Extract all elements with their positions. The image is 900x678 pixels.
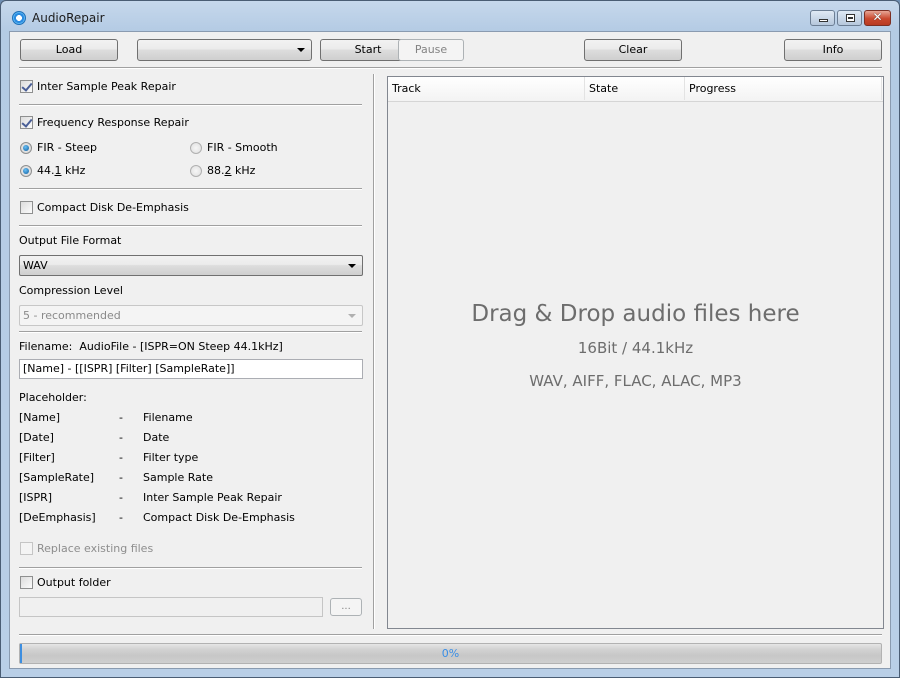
- pause-button[interactable]: Pause: [398, 39, 464, 61]
- title-bar[interactable]: AudioRepair ✕: [1, 1, 899, 35]
- placeholder-separator: -: [119, 411, 123, 424]
- minimize-icon: [819, 19, 828, 22]
- filename-preview: Filename: AudioFile - [ISPR=ON Steep 44.…: [19, 340, 283, 353]
- drop-zone-format: 16Bit / 44.1kHz: [577, 339, 694, 357]
- browse-folder-button[interactable]: ...: [330, 598, 362, 616]
- divider: [19, 331, 362, 333]
- placeholder-description: Date: [143, 431, 170, 444]
- placeholder-title: Placeholder:: [19, 391, 87, 404]
- placeholder-key: [DeEmphasis]: [19, 511, 96, 524]
- output-format-dropdown[interactable]: WAV: [19, 255, 363, 276]
- divider: [19, 104, 362, 106]
- output-format-value: WAV: [23, 259, 48, 272]
- fir-smooth-radio[interactable]: FIR - Smooth: [190, 141, 278, 154]
- placeholder-description: Sample Rate: [143, 471, 213, 484]
- isp-repair-label: Inter Sample Peak Repair: [37, 80, 176, 93]
- progress-label: 0%: [441, 647, 460, 660]
- output-folder-label: Output folder: [37, 576, 111, 589]
- samplerate-88-label: 88.2 kHz: [207, 164, 256, 177]
- app-window: AudioRepair ✕ Load Start Pause Clear Inf…: [0, 0, 900, 678]
- main-panel: Load Start Pause Clear Info Inter Sample…: [9, 31, 891, 669]
- divider: [19, 188, 362, 190]
- placeholder-description: Filter type: [143, 451, 199, 464]
- deemphasis-checkbox[interactable]: Compact Disk De-Emphasis: [20, 201, 189, 214]
- fir-steep-label: FIR - Steep: [37, 141, 97, 154]
- fir-smooth-label: FIR - Smooth: [207, 141, 278, 154]
- radio-selected-icon: [20, 164, 32, 177]
- placeholder-description: Inter Sample Peak Repair: [143, 491, 282, 504]
- chevron-down-icon: [348, 264, 356, 268]
- freq-repair-label: Frequency Response Repair: [37, 116, 189, 129]
- placeholder-key: [SampleRate]: [19, 471, 95, 484]
- track-list[interactable]: Track State Progress Drag & Drop audio f…: [387, 76, 884, 629]
- placeholder-key: [Name]: [19, 411, 61, 424]
- panel-splitter[interactable]: [373, 74, 375, 629]
- app-icon: [12, 11, 26, 25]
- column-header-track[interactable]: Track: [388, 77, 585, 100]
- output-folder-checkbox[interactable]: Output folder: [20, 576, 111, 589]
- info-button[interactable]: Info: [784, 39, 882, 61]
- toolbar-divider: [19, 67, 882, 69]
- output-format-label: Output File Format: [19, 234, 122, 247]
- replace-existing-label: Replace existing files: [37, 542, 154, 555]
- maximize-button[interactable]: [837, 10, 862, 26]
- placeholder-separator: -: [119, 471, 123, 484]
- filename-label: Filename:: [19, 340, 73, 353]
- progress-divider: [19, 634, 882, 636]
- window-title: AudioRepair: [32, 11, 105, 25]
- checkbox-unchecked-icon: [20, 201, 33, 214]
- placeholder-description: Compact Disk De-Emphasis: [143, 511, 295, 524]
- filename-pattern-input[interactable]: [Name] - [[ISPR] [Filter] [SampleRate]]: [19, 359, 363, 379]
- placeholder-separator: -: [119, 511, 123, 524]
- isp-repair-checkbox[interactable]: Inter Sample Peak Repair: [20, 80, 176, 93]
- samplerate-88-radio[interactable]: 88.2 kHz: [190, 164, 255, 177]
- checkbox-checked-icon: [20, 80, 33, 93]
- preset-dropdown[interactable]: [137, 39, 312, 61]
- minimize-button[interactable]: [810, 10, 835, 26]
- track-list-header: Track State Progress: [388, 77, 883, 102]
- placeholder-separator: -: [119, 451, 123, 464]
- load-button[interactable]: Load: [20, 39, 118, 61]
- radio-unselected-icon: [190, 164, 202, 177]
- clear-button[interactable]: Clear: [584, 39, 682, 61]
- freq-repair-checkbox[interactable]: Frequency Response Repair: [20, 116, 189, 129]
- column-header-progress[interactable]: Progress: [685, 77, 882, 100]
- radio-selected-icon: [20, 141, 32, 154]
- placeholder-separator: -: [119, 431, 123, 444]
- deemphasis-label: Compact Disk De-Emphasis: [37, 201, 189, 214]
- chevron-down-icon: [348, 314, 356, 318]
- checkbox-unchecked-icon: [20, 576, 33, 589]
- overall-progress-bar: 0%: [19, 643, 882, 664]
- radio-unselected-icon: [190, 141, 202, 154]
- fir-steep-radio[interactable]: FIR - Steep: [20, 141, 97, 154]
- placeholder-key: [Date]: [19, 431, 54, 444]
- chevron-down-icon: [297, 48, 305, 52]
- maximize-icon: [846, 14, 855, 22]
- column-header-state[interactable]: State: [585, 77, 685, 100]
- replace-existing-checkbox[interactable]: Replace existing files: [20, 542, 153, 555]
- divider: [19, 225, 362, 227]
- placeholder-key: [Filter]: [19, 451, 55, 464]
- drop-zone-title: Drag & Drop audio files here: [471, 301, 800, 327]
- close-button[interactable]: ✕: [864, 10, 891, 26]
- samplerate-44-label: 44.1 kHz: [37, 164, 86, 177]
- compression-label: Compression Level: [19, 284, 123, 297]
- placeholder-key: [ISPR]: [19, 491, 53, 504]
- drop-zone-types: WAV, AIFF, FLAC, ALAC, MP3: [529, 372, 742, 390]
- checkbox-checked-icon: [20, 116, 33, 129]
- compression-value: 5 - recommended: [23, 309, 121, 322]
- close-icon: ✕: [872, 10, 883, 24]
- filename-preview-value: AudioFile - [ISPR=ON Steep 44.1kHz]: [79, 340, 283, 353]
- divider: [19, 567, 362, 569]
- compression-dropdown[interactable]: 5 - recommended: [19, 305, 363, 326]
- samplerate-44-radio[interactable]: 44.1 kHz: [20, 164, 85, 177]
- output-folder-input[interactable]: [19, 597, 323, 617]
- placeholder-separator: -: [119, 491, 123, 504]
- checkbox-unchecked-icon: [20, 542, 33, 555]
- placeholder-description: Filename: [143, 411, 193, 424]
